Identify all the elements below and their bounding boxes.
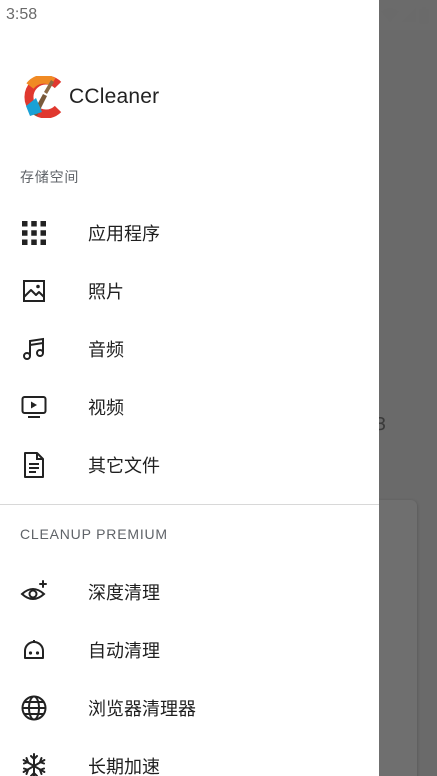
menu-item-label: 浏览器清理器 <box>88 699 196 720</box>
menu-item-label: 音频 <box>88 340 124 361</box>
menu-item-label: 视频 <box>88 398 124 419</box>
menu-item-label: 自动清理 <box>88 641 160 662</box>
apps-grid-icon <box>20 219 48 247</box>
background-app-scrim[interactable]: 3 <box>375 30 437 776</box>
wifi-icon <box>381 8 399 22</box>
menu-item-audio[interactable]: 音频 <box>0 324 379 374</box>
section-divider <box>0 504 379 505</box>
music-note-icon <box>20 335 48 363</box>
robot-icon <box>20 636 48 664</box>
menu-item-label: 照片 <box>88 282 124 303</box>
menu-item-browser-cleaner[interactable]: 浏览器清理器 <box>0 683 379 733</box>
menu-item-deep-clean[interactable]: 深度清理 <box>0 567 379 617</box>
ccleaner-logo-icon <box>24 76 62 118</box>
app-name: CCleaner <box>69 85 160 108</box>
app-logo: CCleaner <box>20 76 159 118</box>
menu-item-label: 长期加速 <box>88 757 160 776</box>
menu-item-label: 应用程序 <box>88 224 160 245</box>
status-icons <box>381 6 429 24</box>
video-icon <box>20 393 48 421</box>
menu-item-apps[interactable]: 应用程序 <box>0 208 379 258</box>
background-card <box>379 500 417 776</box>
section-header-premium: CLEANUP PREMIUM <box>20 526 168 542</box>
menu-item-other-files[interactable]: 其它文件 <box>0 440 379 490</box>
document-icon <box>20 451 48 479</box>
menu-item-auto-clean[interactable]: 自动清理 <box>0 625 379 675</box>
signal-icon <box>402 8 416 22</box>
battery-icon <box>419 6 429 23</box>
image-icon <box>20 277 48 305</box>
snowflake-icon <box>20 752 48 776</box>
menu-item-long-term-boost[interactable]: 长期加速 <box>0 741 379 776</box>
navigation-drawer: CCleaner 存储空间 应用程序 照片 音频 视频 其它文件 CLEANUP… <box>0 0 379 776</box>
eye-sparkle-icon <box>20 578 48 606</box>
globe-icon <box>20 694 48 722</box>
menu-item-label: 深度清理 <box>88 583 160 604</box>
status-time: 3:58 <box>6 6 38 23</box>
section-header-storage: 存储空间 <box>20 169 80 185</box>
status-bar: 3:58 <box>0 0 437 30</box>
menu-item-video[interactable]: 视频 <box>0 382 379 432</box>
menu-item-label: 其它文件 <box>88 456 160 477</box>
menu-item-photos[interactable]: 照片 <box>0 266 379 316</box>
